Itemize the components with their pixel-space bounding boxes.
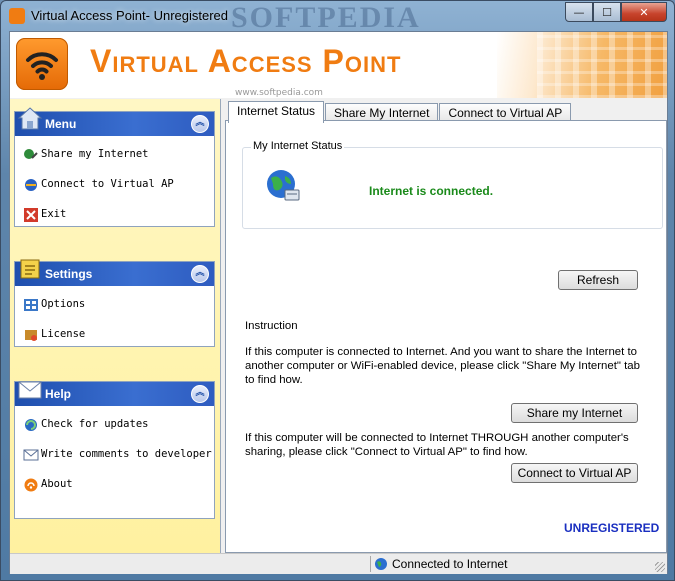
internet-status-pane: My Internet Status Internet is connected…: [225, 120, 667, 553]
refresh-button[interactable]: Refresh: [558, 270, 638, 290]
app-icon: [9, 8, 25, 24]
instruction-heading: Instruction: [245, 320, 298, 332]
sidebar-item-label: License: [41, 328, 86, 340]
write-icon: [23, 449, 39, 461]
tab-strip: Internet Status Share My Internet Connec…: [228, 101, 572, 123]
settings-panel-header[interactable]: Settings ︽: [15, 259, 214, 286]
connect-to-virtual-ap-button[interactable]: Connect to Virtual AP: [511, 463, 638, 483]
mail-icon: [18, 381, 42, 399]
internet-status-group: My Internet Status Internet is connected…: [242, 140, 663, 229]
sidebar: Menu ︽ Share my Internet Connect to Virt…: [10, 99, 221, 553]
softpedia-url: www.softpedia.com: [235, 88, 323, 98]
home-icon: [17, 107, 43, 130]
sidebar-item-exit[interactable]: Exit: [15, 202, 214, 232]
sidebar-item-label: Check for updates: [41, 418, 149, 430]
instruction-connect-text: If this computer will be connected to In…: [245, 432, 629, 458]
banner: Virtual Access Point www.softpedia.com: [10, 32, 667, 98]
sidebar-item-write-comments[interactable]: Write comments to developer: [15, 442, 214, 472]
update-icon: [25, 419, 37, 431]
share-my-internet-button[interactable]: Share my Internet: [511, 403, 638, 423]
sidebar-item-label: Share my Internet: [41, 148, 149, 160]
collapse-help-icon[interactable]: ︽: [191, 385, 209, 403]
sidebar-item-connect[interactable]: Connect to Virtual AP: [15, 172, 214, 202]
status-separator: [370, 556, 371, 572]
sidebar-item-license[interactable]: License: [15, 322, 214, 352]
app-window: SOFTPEDIA Virtual Access Point- Unregist…: [0, 0, 675, 581]
sidebar-item-label: Exit: [41, 208, 67, 220]
sidebar-item-options[interactable]: Options: [15, 292, 214, 322]
connection-status-text: Internet is connected.: [369, 184, 494, 198]
settings-panel: Settings ︽ Options License: [14, 259, 215, 347]
tab-internet-status[interactable]: Internet Status: [228, 101, 325, 123]
options-icon: [24, 299, 38, 311]
registration-status: UNREGISTERED: [564, 521, 660, 535]
status-bar: Connected to Internet: [10, 553, 667, 574]
settings-panel-title: Settings: [45, 267, 93, 281]
maximize-button[interactable]: ☐: [593, 2, 621, 22]
resize-grip[interactable]: [655, 562, 665, 572]
help-panel-header[interactable]: Help ︽: [15, 381, 214, 406]
sidebar-item-check-updates[interactable]: Check for updates: [15, 412, 214, 442]
close-button[interactable]: ✕: [621, 2, 667, 22]
help-panel: Help ︽ Check for updates Write comments …: [14, 381, 215, 519]
globe-icon: [375, 558, 387, 570]
minimize-button[interactable]: —: [565, 2, 593, 22]
client-area: Virtual Access Point www.softpedia.com M…: [9, 31, 668, 574]
settings-icon: [20, 259, 40, 279]
collapse-settings-icon[interactable]: ︽: [191, 265, 209, 283]
sidebar-item-share[interactable]: Share my Internet: [15, 142, 214, 172]
title-bar[interactable]: SOFTPEDIA Virtual Access Point- Unregist…: [1, 1, 674, 34]
menu-panel-header[interactable]: Menu ︽: [15, 107, 214, 136]
menu-panel-title: Menu: [45, 117, 77, 131]
sidebar-item-label: About: [41, 478, 73, 490]
about-icon: [24, 478, 38, 492]
sidebar-item-label: Write comments to developer: [41, 448, 212, 460]
watermark: SOFTPEDIA: [231, 1, 421, 34]
instruction-share-text: If this computer is connected to Interne…: [245, 346, 640, 386]
globe-network-icon: [267, 170, 300, 201]
menu-panel: Menu ︽ Share my Internet Connect to Virt…: [14, 107, 215, 227]
banner-decoration: [497, 32, 667, 98]
status-text: Connected to Internet: [392, 557, 508, 571]
app-title: Virtual Access Point: [90, 43, 402, 79]
collapse-menu-icon[interactable]: ︽: [191, 115, 209, 133]
group-label: My Internet Status: [251, 140, 345, 152]
share-icon: [24, 149, 38, 159]
sidebar-item-label: Options: [41, 298, 86, 310]
wifi-logo-icon: [16, 38, 68, 90]
sidebar-item-label: Connect to Virtual AP: [41, 178, 174, 190]
connect-icon: [25, 179, 37, 191]
help-panel-title: Help: [45, 387, 72, 401]
window-title: Virtual Access Point- Unregistered: [31, 8, 229, 23]
exit-icon: [24, 208, 38, 222]
sidebar-item-about[interactable]: About: [15, 472, 214, 502]
license-icon: [25, 330, 37, 341]
